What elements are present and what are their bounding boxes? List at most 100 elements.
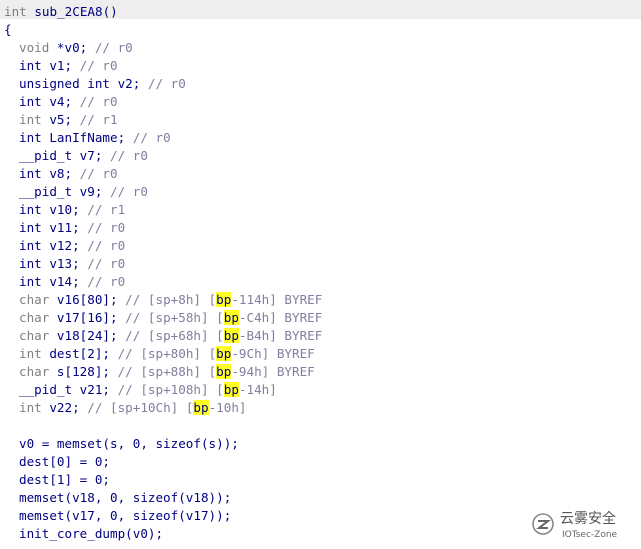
- code-token: dest[1] = 0;: [19, 472, 110, 487]
- code-token: int v11;: [19, 220, 88, 235]
- code-token: int v14;: [19, 274, 88, 289]
- code-token: int: [19, 112, 42, 127]
- code-comment: // [sp+108h] [: [117, 382, 224, 397]
- code-comment: // [sp+68h] [: [125, 328, 224, 343]
- search-highlight-token: bp: [216, 292, 232, 307]
- code-token: int v1;: [19, 58, 80, 73]
- code-line[interactable]: int v12; // r0: [0, 237, 641, 255]
- code-line[interactable]: int dest[2]; // [sp+80h] [bp-9Ch] BYREF: [0, 345, 641, 363]
- code-comment: // r0: [87, 238, 126, 253]
- code-token: int: [4, 4, 27, 19]
- code-comment: // r0: [87, 274, 126, 289]
- code-comment: -14h]: [238, 382, 277, 397]
- code-token: v22;: [41, 400, 88, 415]
- code-line[interactable]: __pid_t v21; // [sp+108h] [bp-14h]: [0, 381, 641, 399]
- code-token: init_core_dump(v0);: [19, 526, 164, 541]
- code-comment: // [sp+80h] [: [117, 346, 217, 361]
- code-token: unsigned int v2;: [19, 76, 148, 91]
- code-line[interactable]: void *v0; // r0: [0, 39, 641, 57]
- code-token: int: [19, 400, 42, 415]
- watermark: 云雾安全 IOTsec-Zone: [524, 505, 639, 547]
- pseudocode-window: int sub_2CEA8(){void *v0; // r0 int v1; /…: [0, 0, 641, 549]
- search-highlight-token: bp: [216, 364, 232, 379]
- code-token: __pid_t v21;: [19, 382, 118, 397]
- wechat-account-logo-icon: [532, 513, 554, 535]
- code-comment: // [sp+58h] [: [125, 310, 224, 325]
- search-highlight-token: bp: [223, 328, 239, 343]
- code-comment: -114h] BYREF: [231, 292, 323, 307]
- code-token: char: [19, 328, 50, 343]
- code-token: int v8;: [19, 166, 80, 181]
- code-token: char: [19, 292, 50, 307]
- code-comment: // r1: [79, 112, 118, 127]
- code-token: void: [19, 40, 50, 55]
- code-token: s[128];: [49, 364, 118, 379]
- code-line[interactable]: int v14; // r0: [0, 273, 641, 291]
- watermark-subtitle: IOTsec-Zone: [562, 530, 618, 540]
- code-line[interactable]: int v4; // r0: [0, 93, 641, 111]
- code-comment: // r0: [110, 184, 148, 199]
- code-comment: // [sp+10Ch] [: [87, 400, 194, 415]
- code-line[interactable]: int LanIfName; // r0: [0, 129, 641, 147]
- pseudocode-view[interactable]: int sub_2CEA8(){void *v0; // r0 int v1; /…: [0, 3, 641, 543]
- search-highlight-token: bp: [193, 400, 209, 415]
- code-line[interactable]: dest[1] = 0;: [0, 471, 641, 489]
- code-token: v17[16];: [49, 310, 126, 325]
- code-comment: // r0: [79, 94, 118, 109]
- code-line[interactable]: __pid_t v9; // r0: [0, 183, 641, 201]
- code-token: sub_2CEA8(): [26, 4, 118, 19]
- code-line[interactable]: int v1; // r0: [0, 57, 641, 75]
- code-comment: -10h]: [208, 400, 247, 415]
- code-line[interactable]: int v5; // r1: [0, 111, 641, 129]
- code-line[interactable]: {: [0, 21, 641, 39]
- code-comment: -B4h] BYREF: [238, 328, 323, 343]
- search-highlight-token: bp: [216, 346, 232, 361]
- code-token: int v12;: [19, 238, 88, 253]
- search-highlight-token: bp: [223, 310, 239, 325]
- code-comment: // [sp+8h] [: [125, 292, 217, 307]
- code-line[interactable]: char v17[16]; // [sp+58h] [bp-C4h] BYREF: [0, 309, 641, 327]
- code-line[interactable]: char s[128]; // [sp+88h] [bp-94h] BYREF: [0, 363, 641, 381]
- code-token: __pid_t v7;: [19, 148, 110, 163]
- search-highlight-token: bp: [223, 382, 239, 397]
- code-line[interactable]: int sub_2CEA8(): [0, 3, 641, 21]
- code-line[interactable]: int v22; // [sp+10Ch] [bp-10h]: [0, 399, 641, 417]
- code-token: {: [4, 22, 12, 37]
- code-token: char: [19, 364, 50, 379]
- code-line[interactable]: [0, 417, 641, 435]
- code-token: v5;: [41, 112, 80, 127]
- code-token: v0 = memset(s, 0, sizeof(s));: [19, 436, 239, 451]
- code-comment: // r0: [110, 148, 148, 163]
- code-line[interactable]: v0 = memset(s, 0, sizeof(s));: [0, 435, 641, 453]
- code-comment: // r0: [87, 220, 126, 235]
- code-token: v18[24];: [49, 328, 126, 343]
- code-token: __pid_t v9;: [19, 184, 110, 199]
- code-comment: // r0: [79, 58, 118, 73]
- code-comment: // r0: [94, 40, 133, 55]
- code-comment: -9Ch] BYREF: [231, 346, 315, 361]
- code-comment: // [sp+88h] [: [117, 364, 217, 379]
- code-comment: // r0: [79, 166, 118, 181]
- code-comment: -94h] BYREF: [231, 364, 315, 379]
- code-token: *v0;: [49, 40, 95, 55]
- code-line[interactable]: int v11; // r0: [0, 219, 641, 237]
- code-line[interactable]: unsigned int v2; // r0: [0, 75, 641, 93]
- code-line[interactable]: dest[0] = 0;: [0, 453, 641, 471]
- code-token: dest[2];: [41, 346, 118, 361]
- code-comment: // r0: [87, 256, 126, 271]
- code-token: char: [19, 310, 50, 325]
- code-token: int v10;: [19, 202, 88, 217]
- code-token: dest[0] = 0;: [19, 454, 110, 469]
- code-line[interactable]: char v18[24]; // [sp+68h] [bp-B4h] BYREF: [0, 327, 641, 345]
- code-token: int: [19, 346, 42, 361]
- code-comment: // r1: [87, 202, 126, 217]
- watermark-title: 云雾安全: [560, 511, 616, 527]
- code-line[interactable]: int v10; // r1: [0, 201, 641, 219]
- code-token: int v13;: [19, 256, 88, 271]
- code-comment: // r0: [147, 76, 186, 91]
- code-line[interactable]: char v16[80]; // [sp+8h] [bp-114h] BYREF: [0, 291, 641, 309]
- code-line[interactable]: int v8; // r0: [0, 165, 641, 183]
- code-line[interactable]: __pid_t v7; // r0: [0, 147, 641, 165]
- code-line[interactable]: int v13; // r0: [0, 255, 641, 273]
- code-comment: -C4h] BYREF: [238, 310, 323, 325]
